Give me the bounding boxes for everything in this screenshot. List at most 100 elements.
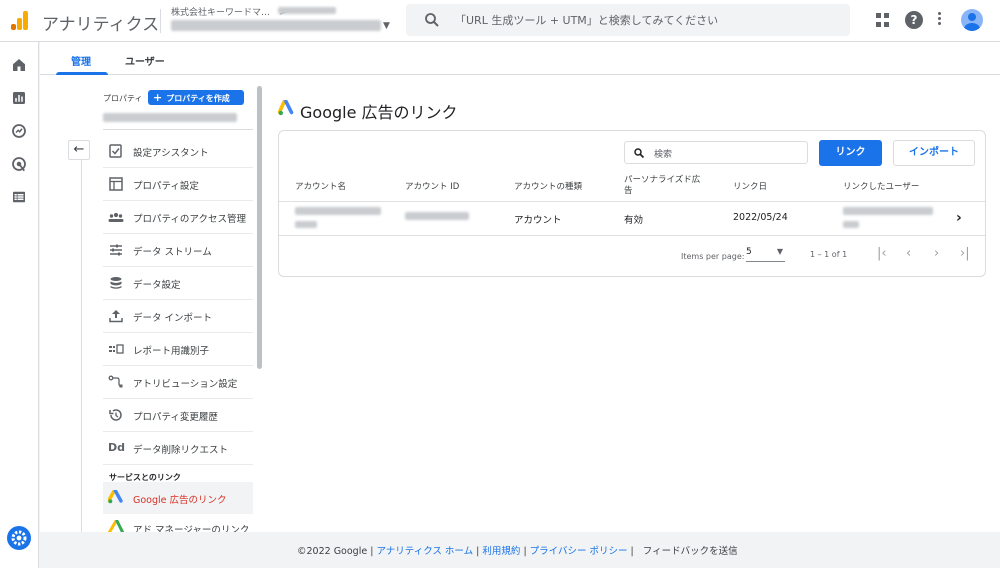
list-icon[interactable] <box>10 188 28 206</box>
app-title: アナリティクス <box>42 15 160 35</box>
menu-item-setup-assistant[interactable]: 設定アシスタント <box>103 135 253 168</box>
redacted-property-selector[interactable] <box>103 113 237 122</box>
explore-icon[interactable] <box>10 122 28 140</box>
search-icon <box>634 148 645 159</box>
menu-item-property-change-history[interactable]: プロパティ変更履歴 <box>103 399 253 432</box>
home-icon[interactable] <box>10 56 28 74</box>
link-date: 2022/05/24 <box>733 212 788 223</box>
upload-icon <box>109 310 123 323</box>
chevron-down-icon: ▼ <box>776 247 783 256</box>
feedback-link[interactable]: フィードバックを送信 <box>643 546 738 557</box>
menu-item-data-import[interactable]: データ インポート <box>103 300 253 333</box>
menu-item-property-access[interactable]: プロパティのアクセス管理 <box>103 201 253 234</box>
footer-link-privacy[interactable]: プライバシー ポリシー <box>530 546 628 557</box>
divider <box>103 129 253 130</box>
items-per-page-select[interactable]: 5 ▼ <box>746 244 785 262</box>
user-avatar-icon <box>964 13 980 31</box>
streams-icon <box>110 244 122 256</box>
last-page-icon[interactable]: ›| <box>960 246 970 261</box>
menu-item-property-settings[interactable]: プロパティ設定 <box>103 168 253 201</box>
table-search[interactable]: 検索 <box>624 141 808 164</box>
import-button[interactable]: インポート <box>893 140 975 166</box>
personalized-ads: 有効 <box>624 215 644 226</box>
divider <box>279 201 985 202</box>
redacted-account-name <box>295 207 381 215</box>
menu-item-attribution-settings[interactable]: アトリビューション設定 <box>103 366 253 399</box>
first-page-icon[interactable]: |‹ <box>877 246 887 261</box>
gear-icon <box>11 530 27 546</box>
menu-item-label: データ ストリーム <box>133 247 212 258</box>
link-button[interactable]: リンク <box>819 140 882 166</box>
account-org-name: 株式会社キーワードマ… <box>171 8 271 18</box>
property-label: プロパティ <box>103 94 143 103</box>
search-input[interactable]: 「URL 生成ツール + UTM」と検索してみてください <box>455 12 718 28</box>
column-header[interactable]: パーソナライズド広告 <box>624 175 704 197</box>
menu-item-label: プロパティ設定 <box>133 181 199 192</box>
admin-button[interactable] <box>7 526 31 550</box>
identity-icon <box>109 344 124 354</box>
items-per-page-label: Items per page: <box>681 252 745 261</box>
search-icon <box>425 13 439 27</box>
column-header[interactable]: アカウント名 <box>295 182 346 193</box>
back-arrow-icon[interactable]: ← <box>68 140 90 160</box>
create-property-button[interactable]: + プロパティを作成 <box>148 90 244 105</box>
menu-item-label: データ削除リクエスト <box>133 445 229 456</box>
avatar[interactable] <box>961 9 983 31</box>
footer-link-terms[interactable]: 利用規約 <box>482 546 520 557</box>
checklist-icon <box>109 144 122 158</box>
redacted-property-id <box>171 20 381 31</box>
column-header[interactable]: アカウントの種類 <box>514 182 582 193</box>
menu-item-data-streams[interactable]: データ ストリーム <box>103 234 253 267</box>
apps-grid-icon[interactable] <box>876 13 890 27</box>
help-icon[interactable]: ? <box>905 11 923 29</box>
prev-page-icon[interactable]: ‹ <box>906 246 911 261</box>
tree-line <box>81 160 82 532</box>
create-property-label: プロパティを作成 <box>166 94 230 103</box>
tab-admin[interactable]: 管理 <box>71 53 91 68</box>
menu-item-data-settings[interactable]: データ設定 <box>103 267 253 300</box>
advertising-icon[interactable] <box>10 155 28 173</box>
menu-item-reporting-identity[interactable]: レポート用識別子 <box>103 333 253 366</box>
redacted-linked-user <box>843 207 933 215</box>
menu-item-label: データ設定 <box>133 280 181 291</box>
links-table-card: 検索 リンク インポート アカウント名 アカウント ID アカウントの種類 パー… <box>278 130 986 277</box>
menu-item-ad-manager-links[interactable]: アド マネージャーのリンク <box>103 514 253 532</box>
dd-icon: Dd <box>108 441 126 454</box>
menu-item-label: レポート用識別子 <box>133 346 210 357</box>
plus-icon: + <box>153 91 163 104</box>
analytics-logo-icon[interactable] <box>11 10 29 30</box>
footer-link-home[interactable]: アナリティクス ホーム <box>376 546 473 557</box>
ad-manager-icon <box>108 520 124 532</box>
column-header[interactable]: リンクしたユーザー <box>843 182 919 193</box>
menu-item-label: アトリビューション設定 <box>133 379 238 390</box>
google-ads-logo-icon <box>278 100 294 116</box>
chevron-right-icon[interactable]: › <box>956 210 962 226</box>
menu-item-google-ads-links[interactable]: Google 広告のリンク <box>103 482 253 514</box>
menu-item-label: 設定アシスタント <box>133 148 209 159</box>
menu-item-label: データ インポート <box>133 313 213 324</box>
table-search-input[interactable]: 検索 <box>654 147 672 160</box>
reports-icon[interactable] <box>10 89 28 107</box>
history-icon <box>109 409 122 421</box>
menu-item-data-deletion[interactable]: Dd データ削除リクエスト <box>103 432 253 465</box>
next-page-icon[interactable]: › <box>934 246 939 261</box>
search-bar[interactable]: 「URL 生成ツール + UTM」と検索してみてください <box>406 4 850 36</box>
left-nav-rail <box>0 42 39 568</box>
account-selector[interactable]: 株式会社キーワードマ… > <box>171 5 286 18</box>
more-vert-icon[interactable] <box>938 12 942 28</box>
menu-item-label: Google 広告のリンク <box>133 495 227 506</box>
menu-item-label: プロパティのアクセス管理 <box>133 214 246 225</box>
column-header[interactable]: リンク日 <box>733 182 767 193</box>
column-header[interactable]: アカウント ID <box>405 182 459 193</box>
chevron-down-icon[interactable]: ▼ <box>383 21 390 31</box>
footer-copyright: ©2022 Google <box>297 546 368 557</box>
google-ads-icon <box>108 490 123 504</box>
pagination-range: 1 – 1 of 1 <box>810 250 848 259</box>
account-type: アカウント <box>514 215 562 226</box>
sidebar-scrollbar[interactable] <box>257 86 262 369</box>
layout-icon <box>109 177 123 191</box>
redacted-linked-user <box>843 221 859 228</box>
tab-user[interactable]: ユーザー <box>125 53 165 68</box>
menu-item-label: プロパティ変更履歴 <box>133 412 218 423</box>
redacted-account-id <box>405 212 469 220</box>
